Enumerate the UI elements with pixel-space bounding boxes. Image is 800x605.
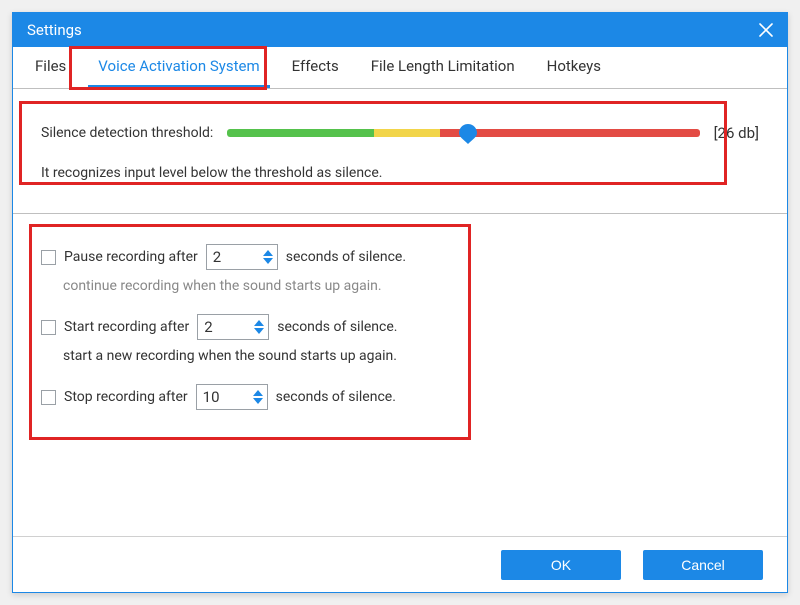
start-seconds-value: 2 [198,318,250,336]
silence-threshold-help: It recognizes input level below the thre… [41,165,759,181]
tab-hotkeys[interactable]: Hotkeys [537,47,611,88]
stepper-up-icon[interactable] [253,390,263,396]
window-title: Settings [27,21,82,39]
stop-label-before: Stop recording after [64,389,188,405]
pause-seconds-stepper[interactable]: 2 [206,244,278,270]
settings-window: Settings Files Voice Activation System E… [12,12,788,593]
pause-row: Pause recording after 2 seconds of silen… [41,244,759,270]
start-checkbox[interactable] [41,320,56,335]
stepper-down-icon[interactable] [253,398,263,404]
pause-label-after: seconds of silence. [286,249,406,265]
stepper-up-icon[interactable] [263,250,273,256]
slider-thumb-icon[interactable] [459,124,477,144]
settings-body: Silence detection threshold: [26 db] It … [13,89,787,536]
titlebar: Settings [13,13,787,47]
tab-bar: Files Voice Activation System Effects Fi… [13,47,787,89]
button-bar: OK Cancel [13,536,787,592]
divider [13,213,787,214]
stop-label-after: seconds of silence. [276,389,396,405]
start-row: Start recording after 2 seconds of silen… [41,314,759,340]
tab-file-length-limitation[interactable]: File Length Limitation [361,47,525,88]
cancel-button[interactable]: Cancel [643,550,763,580]
pause-help: continue recording when the sound starts… [63,278,759,294]
tab-files[interactable]: Files [25,47,76,88]
tab-effects[interactable]: Effects [282,47,349,88]
close-icon[interactable] [759,23,773,37]
stepper-down-icon[interactable] [263,258,273,264]
stop-seconds-value: 10 [197,388,249,406]
stepper-down-icon[interactable] [254,328,264,334]
silence-threshold-slider[interactable] [227,129,699,137]
start-help: start a new recording when the sound sta… [63,348,759,364]
stop-checkbox[interactable] [41,390,56,405]
stop-seconds-stepper[interactable]: 10 [196,384,268,410]
start-label-after: seconds of silence. [277,319,397,335]
pause-seconds-value: 2 [207,248,259,266]
start-label-before: Start recording after [64,319,189,335]
ok-button[interactable]: OK [501,550,621,580]
stepper-up-icon[interactable] [254,320,264,326]
pause-label-before: Pause recording after [64,249,198,265]
tab-voice-activation-system[interactable]: Voice Activation System [88,47,269,88]
start-seconds-stepper[interactable]: 2 [197,314,269,340]
options-section: Pause recording after 2 seconds of silen… [41,238,759,410]
silence-threshold-value: [26 db] [714,124,759,142]
silence-threshold-label: Silence detection threshold: [41,125,213,141]
stop-row: Stop recording after 10 seconds of silen… [41,384,759,410]
silence-threshold-row: Silence detection threshold: [26 db] [41,119,759,147]
pause-checkbox[interactable] [41,250,56,265]
